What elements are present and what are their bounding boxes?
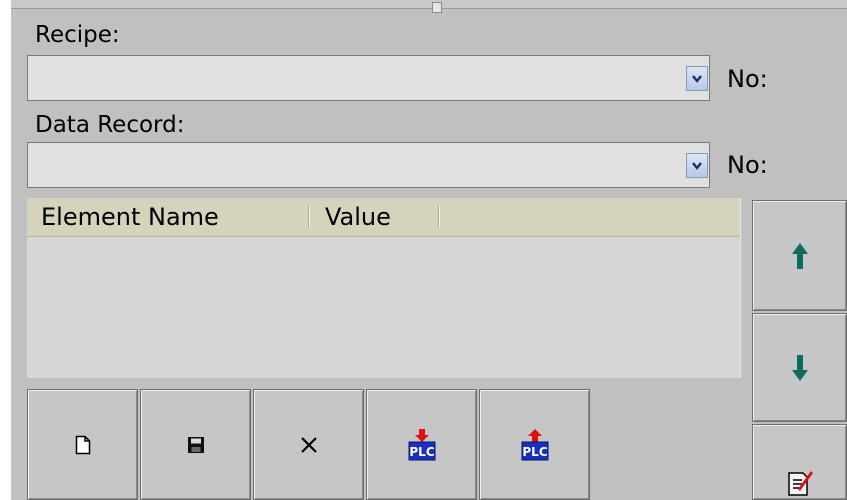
delete-record-button[interactable] bbox=[253, 389, 364, 500]
table-body[interactable] bbox=[27, 237, 740, 378]
recipe-label: Recipe: bbox=[35, 22, 120, 48]
column-divider bbox=[438, 206, 440, 228]
top-divider bbox=[11, 0, 847, 9]
chevron-down-icon[interactable] bbox=[686, 66, 708, 91]
column-header-value[interactable]: Value bbox=[325, 203, 391, 231]
data-record-number-label: No: bbox=[727, 151, 768, 179]
save-icon bbox=[187, 436, 204, 453]
chevron-down-icon[interactable] bbox=[686, 153, 708, 178]
delete-icon bbox=[300, 436, 317, 453]
move-up-button[interactable] bbox=[752, 200, 847, 311]
column-header-element-name[interactable]: Element Name bbox=[41, 203, 219, 231]
new-record-button[interactable] bbox=[27, 389, 138, 500]
arrow-down-icon bbox=[791, 354, 808, 381]
edit-document-icon bbox=[787, 471, 813, 496]
element-table[interactable]: Element Name Value bbox=[27, 198, 741, 378]
upload-from-plc-button[interactable]: PLC bbox=[479, 389, 590, 500]
download-to-plc-button[interactable]: PLC bbox=[366, 389, 477, 500]
save-record-button[interactable] bbox=[140, 389, 251, 500]
data-record-dropdown[interactable] bbox=[27, 142, 710, 188]
data-record-label: Data Record: bbox=[35, 112, 185, 138]
recipe-number-label: No: bbox=[727, 65, 768, 93]
table-header: Element Name Value bbox=[27, 198, 740, 237]
new-document-icon bbox=[75, 435, 90, 454]
column-divider bbox=[308, 206, 310, 228]
move-down-button[interactable] bbox=[752, 313, 847, 422]
plc-upload-icon: PLC bbox=[521, 428, 548, 460]
recipe-dropdown[interactable] bbox=[27, 55, 710, 101]
plc-download-icon: PLC bbox=[408, 428, 435, 460]
window-frame-edge bbox=[0, 0, 11, 500]
plc-label: PLC bbox=[409, 445, 434, 459]
resize-handle[interactable] bbox=[432, 2, 442, 13]
arrow-up-icon bbox=[791, 242, 808, 269]
plc-label: PLC bbox=[522, 445, 547, 459]
edit-record-button[interactable] bbox=[752, 424, 847, 500]
